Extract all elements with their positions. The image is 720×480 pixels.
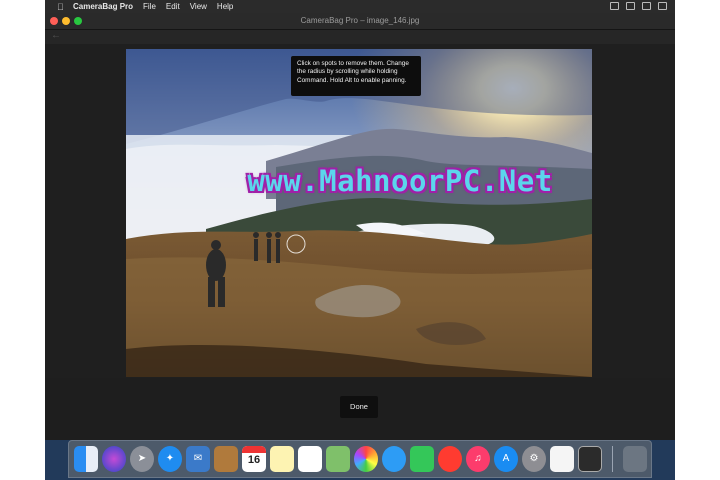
watermark: www.MahnoorPC.Net bbox=[247, 164, 553, 198]
music-icon[interactable]: ♫ bbox=[466, 446, 490, 472]
siri-icon[interactable] bbox=[102, 446, 126, 472]
menu-extras bbox=[610, 2, 667, 10]
camerabag-icon[interactable] bbox=[578, 446, 602, 472]
textedit-icon[interactable] bbox=[550, 446, 574, 472]
done-button[interactable]: Done bbox=[340, 396, 378, 418]
messages-icon[interactable] bbox=[382, 446, 406, 472]
finder-icon[interactable] bbox=[74, 446, 98, 472]
screen:  CameraBag Pro File Edit View Help Came… bbox=[45, 0, 675, 480]
window-title: CameraBag Pro – image_146.jpg bbox=[300, 16, 420, 25]
menu-app-name[interactable]: CameraBag Pro bbox=[73, 2, 133, 11]
airplay-icon[interactable] bbox=[610, 2, 619, 10]
menu-bar:  CameraBag Pro File Edit View Help bbox=[45, 0, 675, 13]
menu-file[interactable]: File bbox=[143, 2, 156, 11]
menu-view[interactable]: View bbox=[190, 2, 207, 11]
reminders-icon[interactable] bbox=[298, 446, 322, 472]
landscape-photo bbox=[126, 49, 592, 377]
mail-icon[interactable]: ✉ bbox=[186, 446, 210, 472]
dock-separator bbox=[612, 446, 613, 472]
calendar-icon[interactable]: 16 bbox=[242, 446, 266, 472]
toolbar: ← bbox=[45, 30, 675, 44]
control-center-icon[interactable] bbox=[642, 2, 651, 10]
tooltip: Click on spots to remove them. Change th… bbox=[291, 56, 421, 96]
menu-edit[interactable]: Edit bbox=[166, 2, 180, 11]
maps-icon[interactable] bbox=[326, 446, 350, 472]
safari-icon[interactable]: ✦ bbox=[158, 446, 182, 472]
news-icon[interactable] bbox=[438, 446, 462, 472]
notes-icon[interactable] bbox=[270, 446, 294, 472]
contacts-icon[interactable] bbox=[214, 446, 238, 472]
menu-help[interactable]: Help bbox=[217, 2, 233, 11]
app-store-icon[interactable]: A bbox=[494, 446, 518, 472]
dock: ➤ ✦ ✉ 16 ♫ A ⚙ bbox=[68, 440, 652, 478]
photos-icon[interactable] bbox=[354, 446, 378, 472]
display-icon[interactable] bbox=[626, 2, 635, 10]
bottom-bar: Done bbox=[45, 378, 675, 440]
image-canvas[interactable]: Click on spots to remove them. Change th… bbox=[45, 44, 675, 378]
title-bar: CameraBag Pro – image_146.jpg bbox=[45, 13, 675, 30]
back-arrow-icon[interactable]: ← bbox=[51, 30, 61, 41]
apple-icon[interactable]:  bbox=[57, 2, 65, 11]
launchpad-icon[interactable]: ➤ bbox=[130, 446, 154, 472]
list-icon[interactable] bbox=[658, 2, 667, 10]
trash-icon[interactable] bbox=[623, 446, 647, 472]
photo[interactable]: Click on spots to remove them. Change th… bbox=[126, 49, 592, 377]
facetime-icon[interactable] bbox=[410, 446, 434, 472]
system-preferences-icon[interactable]: ⚙ bbox=[522, 446, 546, 472]
